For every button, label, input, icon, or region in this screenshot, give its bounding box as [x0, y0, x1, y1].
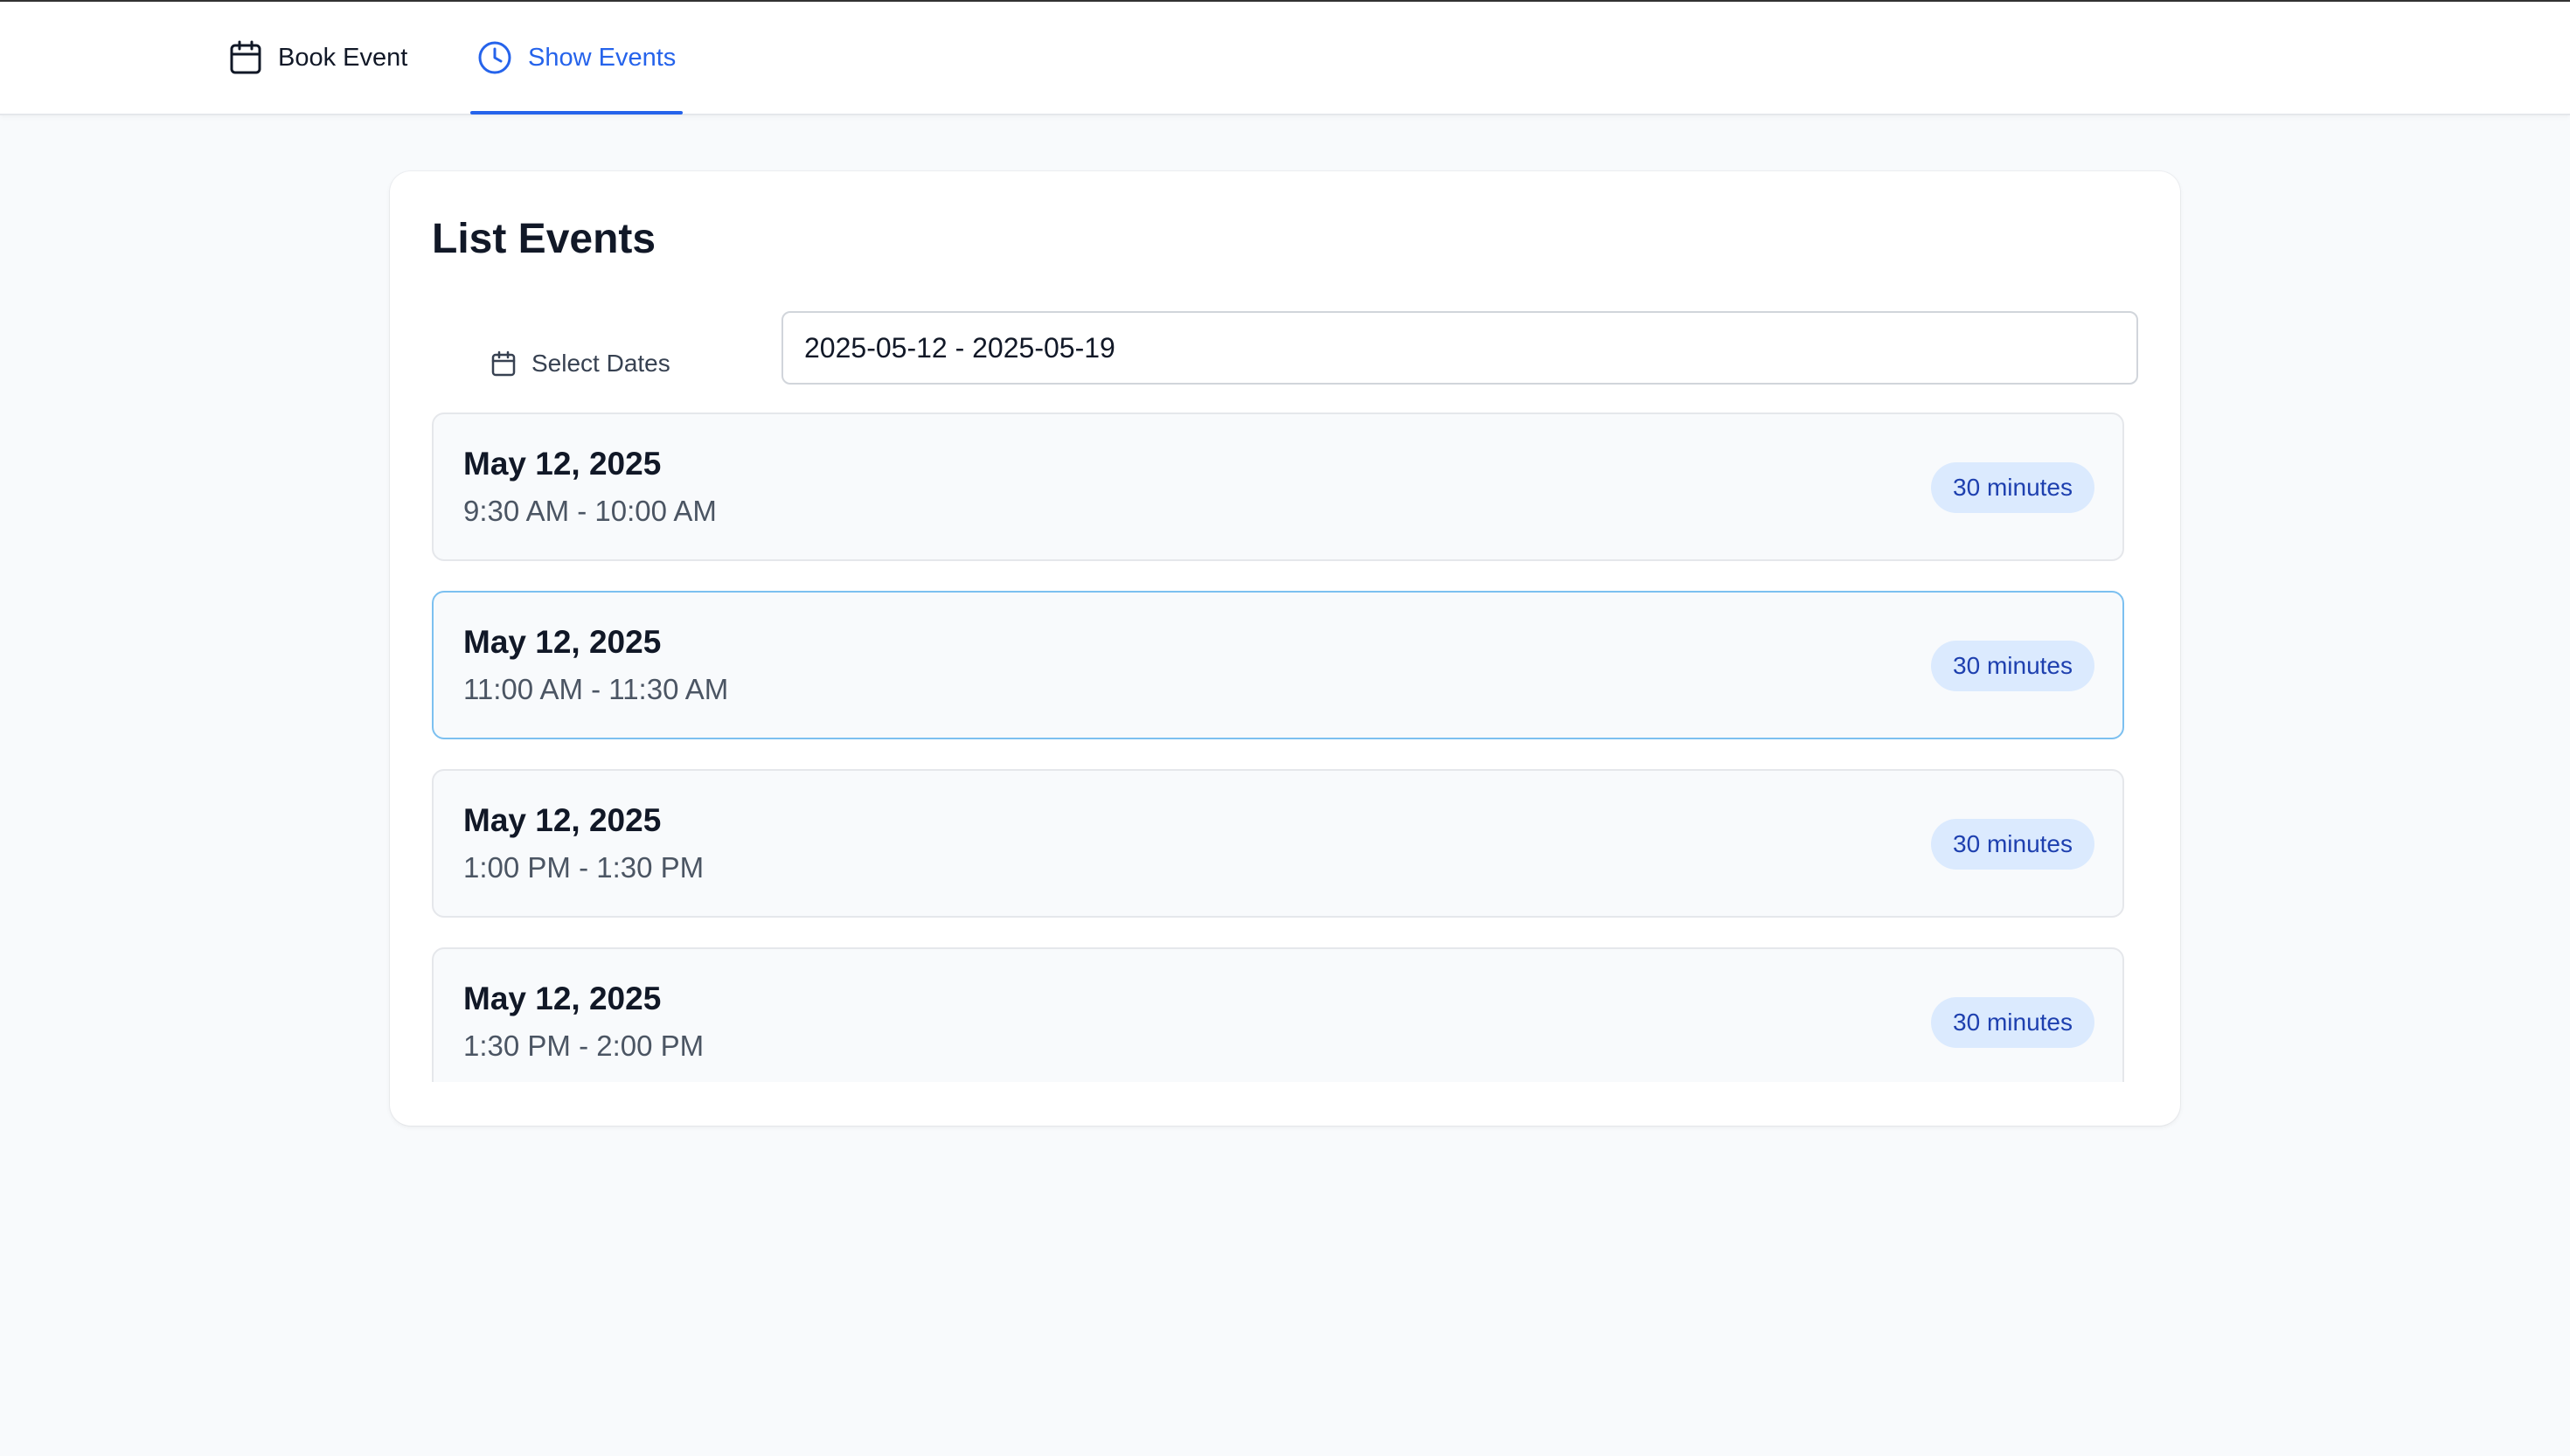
tab-book-event[interactable]: Book Event: [229, 2, 407, 114]
page-title: List Events: [432, 216, 656, 262]
select-dates-text: Select Dates: [531, 350, 670, 377]
event-time: 1:00 PM - 1:30 PM: [463, 851, 705, 884]
calendar-icon: [491, 350, 516, 377]
event-date: May 12, 2025: [463, 981, 662, 1016]
top-navigation: Book Event Show Events: [0, 2, 2570, 115]
event-item[interactable]: May 12, 2025 1:30 PM - 2:00 PM 30 minute…: [432, 947, 2124, 1082]
duration-badge: 30 minutes: [1931, 997, 2094, 1048]
clock-icon: [477, 40, 512, 75]
event-date: May 12, 2025: [463, 446, 662, 482]
calendar-icon: [229, 40, 262, 75]
event-item[interactable]: May 12, 2025 9:30 AM - 10:00 AM 30 minut…: [432, 413, 2124, 561]
event-date: May 12, 2025: [463, 624, 662, 660]
date-range-input[interactable]: [781, 311, 2138, 385]
tab-show-events[interactable]: Show Events: [470, 2, 684, 114]
event-time: 11:00 AM - 11:30 AM: [463, 673, 729, 705]
list-events-card: List Events Select Dates May 12, 2025 9:…: [390, 171, 2180, 1126]
duration-badge: 30 minutes: [1931, 641, 2094, 691]
select-dates-label: Select Dates: [491, 327, 670, 400]
event-item[interactable]: May 12, 2025 11:00 AM - 11:30 AM 30 minu…: [432, 591, 2124, 739]
event-time: 1:30 PM - 2:00 PM: [463, 1030, 705, 1062]
duration-badge: 30 minutes: [1931, 462, 2094, 513]
tab-show-events-label: Show Events: [528, 43, 677, 72]
event-item[interactable]: May 12, 2025 1:00 PM - 1:30 PM 30 minute…: [432, 769, 2124, 918]
duration-badge: 30 minutes: [1931, 819, 2094, 870]
active-tab-indicator: [470, 111, 684, 114]
tab-book-event-label: Book Event: [278, 43, 408, 72]
event-date: May 12, 2025: [463, 802, 662, 838]
event-time: 9:30 AM - 10:00 AM: [463, 495, 717, 527]
events-list[interactable]: May 12, 2025 9:30 AM - 10:00 AM 30 minut…: [432, 413, 2128, 1082]
